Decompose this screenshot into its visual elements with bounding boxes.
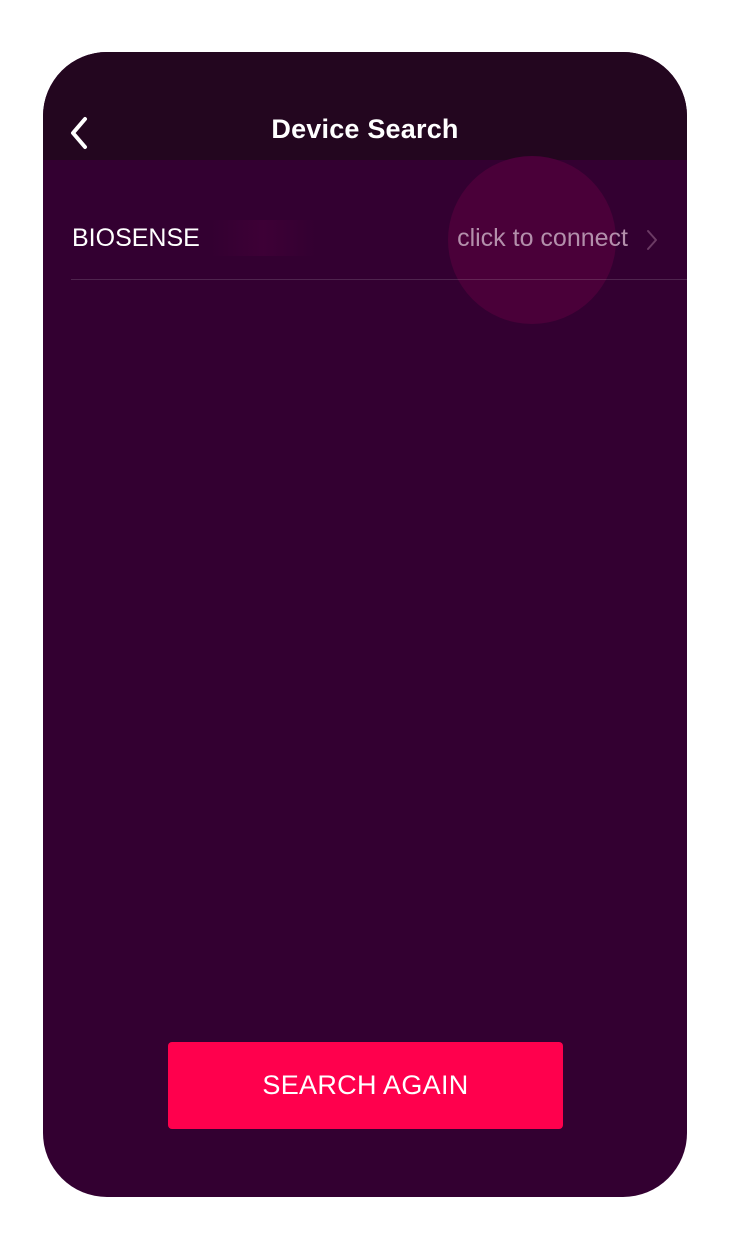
navigation-bar: Device Search [43, 52, 687, 160]
name-fade-overlay [211, 220, 315, 256]
device-row-biosense[interactable]: BIOSENSE click to connect [43, 160, 687, 280]
device-list: BIOSENSE click to connect [43, 160, 687, 280]
search-again-button[interactable]: SEARCH AGAIN [168, 1042, 563, 1129]
app-screen: Device Search BIOSENSE click to connect … [43, 52, 687, 1197]
page-title: Device Search [271, 114, 459, 144]
chevron-right-icon [647, 230, 657, 250]
device-name: BIOSENSE [72, 224, 200, 252]
connect-label: click to connect [457, 224, 628, 252]
